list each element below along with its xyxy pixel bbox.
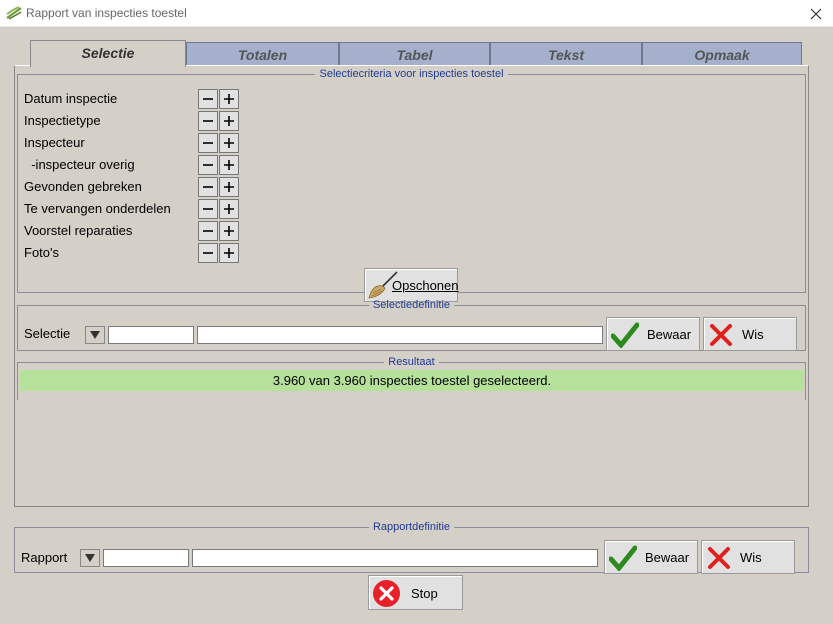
criterion-label: Te vervangen onderdelen bbox=[24, 201, 171, 216]
plus-icon bbox=[224, 226, 234, 236]
minus-icon bbox=[203, 120, 213, 122]
tab-strip: Selectie Totalen Tabel Tekst Opmaak bbox=[30, 40, 802, 67]
selectie-name-input[interactable] bbox=[197, 326, 603, 344]
criterion-minus-button[interactable] bbox=[198, 111, 218, 131]
criterion-plus-button[interactable] bbox=[219, 177, 239, 197]
criterion-label: -inspecteur overig bbox=[24, 157, 135, 172]
criterion-minus-button[interactable] bbox=[198, 155, 218, 175]
selectie-delete-button[interactable]: Wis bbox=[703, 317, 797, 351]
selectie-delete-label: Wis bbox=[742, 327, 764, 342]
rapport-save-button[interactable]: Bewaar bbox=[604, 540, 698, 574]
delete-x-icon bbox=[708, 547, 730, 569]
chevron-down-icon bbox=[85, 554, 95, 562]
criterion-label: Inspecteur bbox=[24, 135, 85, 150]
checkmark-icon bbox=[611, 322, 639, 348]
tab-tabel[interactable]: Tabel bbox=[339, 42, 490, 66]
dialog-body: Selectie Totalen Tabel Tekst Opmaak Sele… bbox=[0, 27, 833, 624]
tab-panel-selectie: Selectiecriteria voor inspecties toestel… bbox=[14, 65, 809, 507]
criterion-minus-button[interactable] bbox=[198, 177, 218, 197]
criteria-group: Selectiecriteria voor inspecties toestel… bbox=[17, 68, 806, 302]
chevron-down-icon bbox=[90, 331, 100, 339]
minus-icon bbox=[203, 142, 213, 144]
criterion-row: Inspectietype bbox=[24, 110, 254, 132]
plus-icon bbox=[224, 138, 234, 148]
minus-icon bbox=[203, 186, 213, 188]
rapportdefinitie-group: Rapportdefinitie Rapport Bewaar Wis bbox=[14, 521, 809, 574]
criteria-legend: Selectiecriteria voor inspecties toestel bbox=[319, 68, 504, 80]
minus-icon bbox=[203, 164, 213, 166]
tab-selectie[interactable]: Selectie bbox=[30, 40, 186, 67]
rapport-name-input[interactable] bbox=[192, 549, 598, 567]
selectie-save-button[interactable]: Bewaar bbox=[606, 317, 700, 351]
rapport-delete-button[interactable]: Wis bbox=[701, 540, 795, 574]
plus-icon bbox=[224, 160, 234, 170]
criterion-label: Gevonden gebreken bbox=[24, 179, 142, 194]
stop-icon bbox=[373, 580, 400, 607]
rapport-label: Rapport bbox=[21, 550, 68, 565]
minus-icon bbox=[203, 98, 213, 100]
delete-x-icon bbox=[710, 324, 732, 346]
minus-icon bbox=[203, 208, 213, 210]
criterion-plus-button[interactable] bbox=[219, 199, 239, 219]
selectie-dropdown-button[interactable] bbox=[85, 326, 105, 344]
window-title: Rapport van inspecties toestel bbox=[26, 6, 187, 20]
criterion-plus-button[interactable] bbox=[219, 155, 239, 175]
minus-icon bbox=[203, 230, 213, 232]
stop-button[interactable]: Stop bbox=[368, 575, 463, 610]
close-icon bbox=[810, 8, 822, 19]
criterion-label: Inspectietype bbox=[24, 113, 101, 128]
criterion-minus-button[interactable] bbox=[198, 133, 218, 153]
criterion-plus-button[interactable] bbox=[219, 221, 239, 241]
criterion-label: Foto's bbox=[24, 245, 59, 260]
criterion-plus-button[interactable] bbox=[219, 89, 239, 109]
criterion-plus-button[interactable] bbox=[219, 133, 239, 153]
plus-icon bbox=[224, 204, 234, 214]
criterion-row: Inspecteur bbox=[24, 132, 254, 154]
selectie-save-label: Bewaar bbox=[647, 327, 692, 342]
criterion-row: Voorstel reparaties bbox=[24, 220, 254, 242]
stop-label: Stop bbox=[411, 586, 438, 601]
criterion-row: Foto's bbox=[24, 242, 254, 264]
criterion-label: Voorstel reparaties bbox=[24, 223, 133, 238]
plus-icon bbox=[224, 182, 234, 192]
criterion-row: Datum inspectie bbox=[24, 88, 254, 110]
tab-totalen[interactable]: Totalen bbox=[186, 42, 339, 66]
clear-button[interactable]: Opschonen bbox=[364, 268, 459, 302]
criterion-row: Te vervangen onderdelen bbox=[24, 198, 254, 220]
title-bar: Rapport van inspecties toestel bbox=[0, 0, 833, 27]
selectie-code-input[interactable] bbox=[108, 326, 194, 344]
plus-icon bbox=[224, 94, 234, 104]
criterion-plus-button[interactable] bbox=[219, 111, 239, 131]
plus-icon bbox=[224, 248, 234, 258]
selectiedefinitie-group: Selectiedefinitie Selectie Bewaar Wis bbox=[17, 299, 806, 351]
rapportdefinitie-legend: Rapportdefinitie bbox=[372, 521, 451, 533]
rapport-save-label: Bewaar bbox=[645, 550, 690, 565]
criterion-plus-button[interactable] bbox=[219, 243, 239, 263]
criterion-row: -inspecteur overig bbox=[24, 154, 254, 176]
minus-icon bbox=[203, 252, 213, 254]
resultaat-group: Resultaat 3.960 van 3.960 inspecties toe… bbox=[17, 356, 806, 400]
criterion-minus-button[interactable] bbox=[198, 243, 218, 263]
tab-tekst[interactable]: Tekst bbox=[490, 42, 642, 66]
rapport-dropdown-button[interactable] bbox=[80, 549, 100, 567]
result-status-bar: 3.960 van 3.960 inspecties toestel gesel… bbox=[20, 370, 804, 391]
resultaat-legend: Resultaat bbox=[388, 356, 435, 368]
criterion-minus-button[interactable] bbox=[198, 221, 218, 241]
close-button[interactable] bbox=[799, 0, 833, 27]
checkmark-icon bbox=[609, 545, 637, 571]
clear-button-label: Opschonen bbox=[392, 278, 459, 293]
app-icon bbox=[6, 6, 22, 20]
selectiedefinitie-legend: Selectiedefinitie bbox=[372, 299, 451, 311]
rapport-code-input[interactable] bbox=[103, 549, 189, 567]
rapport-delete-label: Wis bbox=[740, 550, 762, 565]
criterion-label: Datum inspectie bbox=[24, 91, 118, 106]
plus-icon bbox=[224, 116, 234, 126]
criterion-minus-button[interactable] bbox=[198, 199, 218, 219]
criterion-minus-button[interactable] bbox=[198, 89, 218, 109]
tab-opmaak[interactable]: Opmaak bbox=[642, 42, 802, 66]
criterion-row: Gevonden gebreken bbox=[24, 176, 254, 198]
selectie-label: Selectie bbox=[24, 326, 71, 341]
